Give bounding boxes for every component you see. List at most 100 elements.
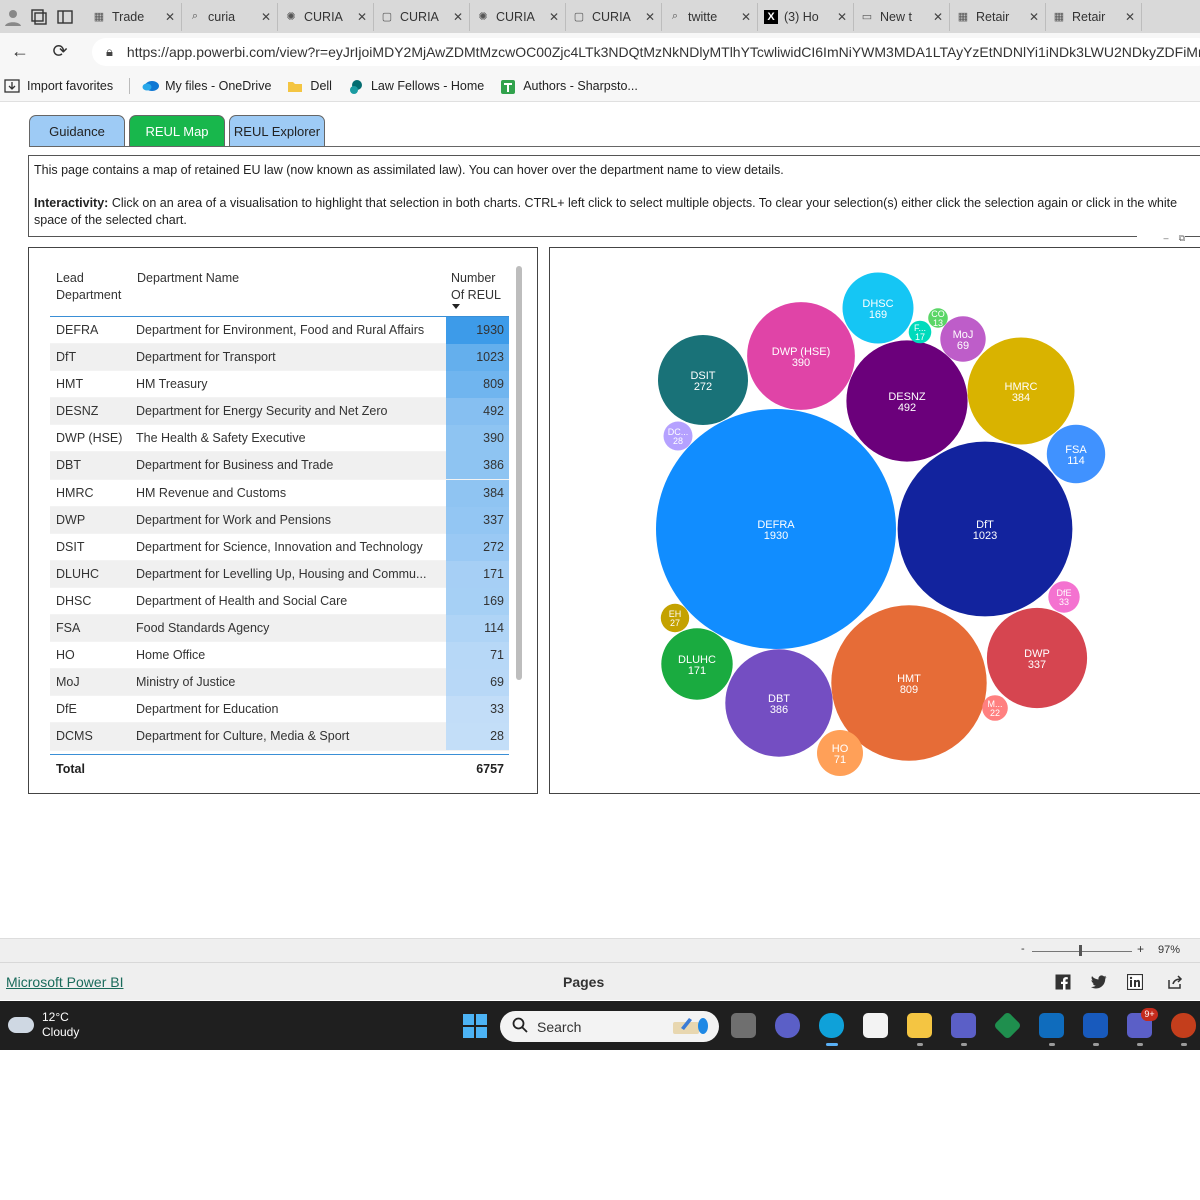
close-tab-icon[interactable]: ✕ bbox=[933, 10, 943, 24]
zoom-slider-track[interactable] bbox=[1032, 951, 1132, 952]
share-icon[interactable] bbox=[1167, 974, 1183, 990]
bubble-dluhc[interactable]: DLUHC171 bbox=[661, 628, 733, 700]
browser-tab[interactable]: ▦ Retair ✕ bbox=[950, 2, 1046, 31]
bubble-co[interactable]: CO13 bbox=[928, 308, 948, 328]
table-row[interactable]: DfT Department for Transport 1023 bbox=[50, 344, 509, 372]
profile-icon[interactable] bbox=[0, 4, 26, 30]
linkedin-icon[interactable] bbox=[1127, 974, 1143, 990]
powerpoint-icon[interactable] bbox=[1171, 1013, 1196, 1038]
table-row[interactable]: HO Home Office 71 bbox=[50, 642, 509, 670]
bubble-defra[interactable]: DEFRA1930 bbox=[656, 409, 896, 649]
column-header-number-of-reul[interactable]: Number Of REUL bbox=[451, 270, 507, 304]
teams-icon[interactable] bbox=[951, 1013, 976, 1038]
zoom-out-button[interactable]: - bbox=[1021, 943, 1025, 955]
browser-tab[interactable]: ⌕ twitte ✕ bbox=[662, 2, 758, 31]
favorite-dell[interactable]: Dell bbox=[287, 79, 332, 93]
close-tab-icon[interactable]: ✕ bbox=[357, 10, 367, 24]
browser-tab[interactable]: ✺ CURIA ✕ bbox=[470, 2, 566, 31]
favorite-law-fellows[interactable]: Law Fellows - Home bbox=[348, 79, 484, 94]
refresh-button[interactable]: ⟳ bbox=[40, 33, 80, 70]
bubble-dsit[interactable]: DSIT272 bbox=[658, 335, 748, 425]
workspaces-icon[interactable] bbox=[26, 4, 52, 30]
microsoft-store-icon[interactable] bbox=[863, 1013, 888, 1038]
url-field[interactable]: 🔒︎ https://app.powerbi.com/view?r=eyJrIj… bbox=[92, 38, 1200, 66]
table-row[interactable]: HMRC HM Revenue and Customs 384 bbox=[50, 479, 509, 507]
word-icon[interactable] bbox=[1083, 1013, 1108, 1038]
favorite-authors[interactable]: Authors - Sharpsto... bbox=[500, 79, 638, 94]
close-tab-icon[interactable]: ✕ bbox=[261, 10, 271, 24]
bubble-chart-visual[interactable]: DEFRA 1930 DfT 1023 HMT 809 DESNZ 492 DWP (HSE) 3… bbox=[549, 247, 1200, 794]
bubble-desnz[interactable]: DESNZ492 bbox=[846, 340, 968, 462]
twitter-icon[interactable] bbox=[1091, 974, 1107, 990]
browser-tab[interactable]: X (3) Ho ✕ bbox=[758, 2, 854, 31]
sort-descending-icon[interactable] bbox=[452, 304, 460, 309]
bubble-dwp[interactable]: DWP337 bbox=[986, 607, 1088, 709]
browser-tab[interactable]: ▢ CURIA ✕ bbox=[374, 2, 470, 31]
close-tab-icon[interactable]: ✕ bbox=[453, 10, 463, 24]
table-row[interactable]: DEFRA Department for Environment, Food an… bbox=[50, 317, 509, 345]
table-row[interactable]: DBT Department for Business and Trade 386 bbox=[50, 452, 509, 480]
pages-button[interactable]: Pages bbox=[563, 974, 604, 990]
browser-tab[interactable]: ▦ Trade ✕ bbox=[86, 2, 182, 31]
bubble-dc[interactable]: DC...28 bbox=[663, 421, 693, 451]
focus-mode-icon[interactable]: ⧉ bbox=[1179, 233, 1185, 247]
department-table[interactable]: Lead Department Department Name Number O… bbox=[28, 247, 538, 794]
bubble-m[interactable]: M...22 bbox=[982, 695, 1008, 721]
teams-chat-icon[interactable] bbox=[775, 1013, 800, 1038]
browser-tab[interactable]: ⌕ curia ✕ bbox=[182, 2, 278, 31]
zoom-slider-thumb[interactable] bbox=[1079, 945, 1082, 956]
column-header-lead-department[interactable]: Lead Department bbox=[56, 270, 132, 304]
favorite-onedrive[interactable]: My files - OneDrive bbox=[142, 79, 271, 93]
bubble-fsa[interactable]: FSA114 bbox=[1046, 424, 1106, 484]
taskbar-search-box[interactable]: Search bbox=[500, 1011, 719, 1042]
edge-icon[interactable] bbox=[819, 1013, 844, 1038]
windows-start-icon[interactable] bbox=[463, 1014, 487, 1038]
bubble-dwp-hse[interactable]: DWP (HSE)390 bbox=[747, 302, 855, 410]
browser-tab[interactable]: ✺ CURIA ✕ bbox=[278, 2, 374, 31]
column-header-department-name[interactable]: Department Name bbox=[137, 270, 437, 287]
browser-tab[interactable]: ▦ Retair ✕ bbox=[1046, 2, 1142, 31]
close-tab-icon[interactable]: ✕ bbox=[1125, 10, 1135, 24]
bubble-hmrc[interactable]: HMRC384 bbox=[967, 337, 1075, 445]
bubble-dft[interactable]: DfT1023 bbox=[897, 441, 1073, 617]
table-row[interactable]: DCMS Department for Culture, Media & Spor… bbox=[50, 723, 509, 751]
table-row[interactable]: FSA Food Standards Agency 114 bbox=[50, 615, 509, 643]
browser-tab[interactable]: ▭ New t ✕ bbox=[854, 2, 950, 31]
table-scrollbar[interactable] bbox=[516, 266, 522, 680]
close-tab-icon[interactable]: ✕ bbox=[837, 10, 847, 24]
browser-tab[interactable]: ▢ CURIA ✕ bbox=[566, 2, 662, 31]
close-tab-icon[interactable]: ✕ bbox=[741, 10, 751, 24]
back-button[interactable]: ← bbox=[0, 33, 40, 70]
powerbi-link[interactable]: Microsoft Power BI bbox=[6, 974, 123, 990]
table-row[interactable]: HMT HM Treasury 809 bbox=[50, 371, 509, 399]
tab-reul-map[interactable]: REUL Map bbox=[129, 115, 225, 146]
bubble-dhsc[interactable]: DHSC169 bbox=[842, 272, 914, 344]
zoom-in-button[interactable]: + bbox=[1137, 942, 1144, 956]
table-row[interactable]: DSIT Department for Science, Innovation a… bbox=[50, 533, 509, 561]
table-row[interactable]: DWP (HSE) The Health & Safety Executive 39… bbox=[50, 425, 509, 453]
facebook-icon[interactable] bbox=[1055, 974, 1071, 990]
tab-guidance[interactable]: Guidance bbox=[29, 115, 125, 146]
file-explorer-icon[interactable] bbox=[907, 1013, 932, 1038]
close-tab-icon[interactable]: ✕ bbox=[1029, 10, 1039, 24]
outlook-icon[interactable] bbox=[1039, 1013, 1064, 1038]
table-row[interactable]: DESNZ Department for Energy Security and … bbox=[50, 398, 509, 426]
bubble-moj[interactable]: MoJ69 bbox=[940, 316, 986, 362]
table-row[interactable]: DHSC Department of Health and Social Care… bbox=[50, 587, 509, 616]
task-view-icon[interactable] bbox=[731, 1013, 756, 1038]
table-row[interactable]: DfE Department for Education 33 bbox=[50, 696, 509, 724]
table-row[interactable]: MoJ Ministry of Justice 69 bbox=[50, 669, 509, 697]
project-app-icon[interactable] bbox=[993, 1011, 1022, 1040]
bubble-ho[interactable]: HO71 bbox=[817, 730, 863, 776]
bubble-eh[interactable]: EH27 bbox=[660, 603, 690, 633]
table-row[interactable]: DWP Department for Work and Pensions 337 bbox=[50, 506, 509, 534]
minimize-icon[interactable]: – bbox=[1164, 233, 1169, 247]
tab-reul-explorer[interactable]: REUL Explorer bbox=[229, 115, 325, 146]
weather-widget[interactable]: 12°C Cloudy bbox=[8, 1010, 79, 1040]
bubble-f[interactable]: F...17 bbox=[908, 320, 932, 344]
favorite-import[interactable]: Import favorites bbox=[4, 79, 113, 93]
bubble-dfe[interactable]: DfE33 bbox=[1048, 581, 1080, 613]
close-tab-icon[interactable]: ✕ bbox=[549, 10, 559, 24]
table-row[interactable]: DLUHC Department for Levelling Up, Housin… bbox=[50, 560, 509, 588]
close-tab-icon[interactable]: ✕ bbox=[165, 10, 175, 24]
